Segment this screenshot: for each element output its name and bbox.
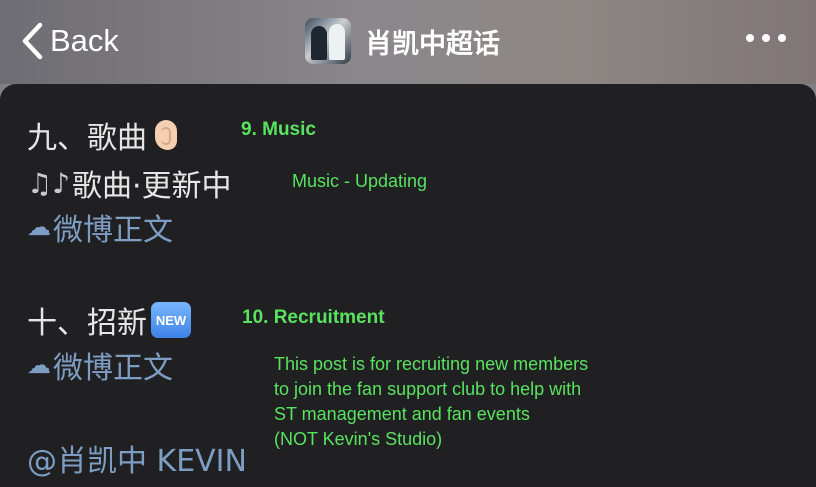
annotation-music-updating: Music - Updating (292, 171, 428, 191)
new-badge-icon: NEW (151, 302, 191, 338)
page-title: 肖凯中超话 (365, 28, 500, 60)
annotation-music: 9. Music (241, 119, 316, 140)
note-line: ST management and fan events (274, 404, 530, 424)
chevron-left-icon (22, 22, 43, 60)
note-line: to join the fan support club to help wit… (274, 379, 582, 399)
section9-link-text: 微博正文 (53, 213, 173, 248)
topic-avatar[interactable] (305, 18, 351, 64)
section9-heading: 九、歌曲 (27, 113, 177, 157)
topic-title: 肖凯中超话 (305, 17, 500, 65)
annotation-recruitment: 10. Recruitment (242, 307, 385, 328)
mention-link[interactable]: @肖凯中 KEVIN (27, 436, 247, 480)
weibo-link-icon: ☁ (27, 213, 51, 241)
ear-icon (155, 120, 177, 150)
section10-weibo-link[interactable]: ☁ 微博正文 (27, 343, 173, 387)
section9-sub: ♫♪ 歌曲·更新中 (27, 161, 232, 205)
section10-heading: 十、招新 NEW (27, 298, 191, 342)
back-button[interactable]: Back (20, 22, 119, 60)
music-notes-icon: ♫♪ (27, 166, 70, 200)
section9-sub-text: 歌曲·更新中 (71, 169, 232, 204)
more-options-icon[interactable] (746, 34, 786, 42)
section9-weibo-link[interactable]: ☁ 微博正文 (27, 205, 173, 249)
note-line: This post is for recruiting new members (274, 354, 589, 374)
section10-link-text: 微博正文 (53, 351, 173, 386)
section9-heading-text: 九、歌曲 (27, 121, 147, 156)
section10-heading-text: 十、招新 (27, 306, 147, 341)
nav-bar: Back 肖凯中超话 (0, 0, 816, 84)
annotation-recruitment-note: This post is for recruiting new members … (274, 352, 588, 452)
weibo-link-icon: ☁ (27, 351, 51, 379)
back-label: Back (50, 23, 119, 58)
note-line: (NOT Kevin's Studio) (274, 429, 443, 449)
